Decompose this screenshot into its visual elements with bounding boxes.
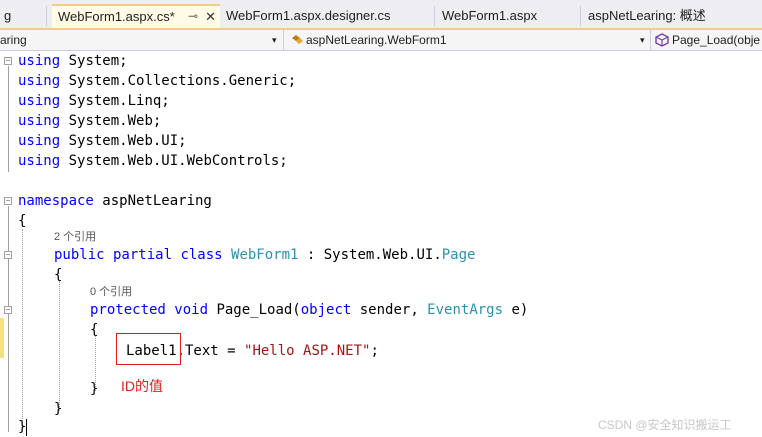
tab-label: aspNetLearing: 概述 xyxy=(588,8,706,23)
indent-guide xyxy=(59,281,60,411)
code-line[interactable]: } xyxy=(54,399,62,419)
class-icon xyxy=(292,35,303,44)
keyword: object xyxy=(300,302,352,318)
text-cursor xyxy=(26,419,27,436)
code-text: aspNetLearing xyxy=(93,193,212,209)
project-dropdown-value: aring xyxy=(0,33,27,47)
chevron-down-icon[interactable]: ▾ xyxy=(640,31,645,49)
class-dropdown-value: aspNetLearing.WebForm1 xyxy=(306,33,447,47)
close-icon[interactable]: ✕ xyxy=(205,6,216,28)
tab-label: WebForm1.aspx xyxy=(442,8,538,23)
code-line[interactable]: { xyxy=(54,265,62,285)
code-line[interactable]: using System.Linq; xyxy=(18,91,170,111)
brace: { xyxy=(90,322,99,338)
code-line[interactable]: public partial class WebForm1 : System.W… xyxy=(54,245,475,265)
class-dropdown[interactable]: aspNetLearing.WebForm1 xyxy=(306,31,636,49)
tab-overview[interactable]: aspNetLearing: 概述 xyxy=(582,6,762,26)
code-text: System.Web.UI; xyxy=(60,133,187,149)
type-name: Page xyxy=(441,247,476,263)
tab-label: WebForm1.aspx.designer.cs xyxy=(226,8,391,23)
collapse-icon[interactable]: − xyxy=(4,197,12,205)
code-text: sender, xyxy=(351,302,428,318)
references-codelens[interactable]: 0 个引用 xyxy=(90,284,132,300)
code-line[interactable]: using System.Web; xyxy=(18,111,161,131)
project-dropdown[interactable]: aring xyxy=(0,31,270,49)
collapse-icon[interactable]: − xyxy=(4,251,12,259)
change-marker xyxy=(0,318,4,358)
code-text: System; xyxy=(60,53,128,69)
tab-divider xyxy=(46,6,47,26)
keyword: namespace xyxy=(18,193,94,209)
keyword: using xyxy=(18,133,61,149)
nav-divider xyxy=(650,30,651,50)
code-line[interactable]: { xyxy=(18,211,26,231)
type-name: EventArgs xyxy=(427,302,504,318)
code-line[interactable]: using System; xyxy=(18,51,128,71)
brace: { xyxy=(18,213,27,229)
code-line[interactable]: using System.Web.UI.WebControls; xyxy=(18,151,288,171)
tab-divider xyxy=(580,6,581,26)
outline-line xyxy=(8,66,9,172)
code-editor[interactable]: − − − − using System; using System.Colle… xyxy=(0,51,762,437)
keyword: using xyxy=(18,153,61,169)
keyword: protected xyxy=(90,302,166,318)
collapse-icon[interactable]: − xyxy=(4,306,12,314)
keyword: partial xyxy=(104,247,173,263)
references-codelens[interactable]: 2 个引用 xyxy=(54,229,96,245)
code-line[interactable]: { xyxy=(90,320,98,340)
keyword: class xyxy=(172,247,223,263)
code-line[interactable]: namespace aspNetLearing xyxy=(18,191,212,211)
chevron-down-icon[interactable]: ▾ xyxy=(272,31,277,49)
keyword: using xyxy=(18,53,61,69)
annotation-box xyxy=(116,333,181,365)
tab-webform1-aspx-cs[interactable]: WebForm1.aspx.cs* ⊸ ✕ xyxy=(52,4,220,28)
tab-label: WebForm1.aspx.cs* xyxy=(58,9,175,24)
code-text: System.Web; xyxy=(60,113,162,129)
tab-webform1-designer[interactable]: WebForm1.aspx.designer.cs xyxy=(220,6,430,26)
code-text: .Text = xyxy=(176,343,245,359)
keyword: using xyxy=(18,113,61,129)
keyword: public xyxy=(54,247,105,263)
navigation-bar: aring ▾ aspNetLearing.WebForm1 ▾ Page_Lo… xyxy=(0,30,762,51)
member-dropdown[interactable]: Page_Load(obje xyxy=(672,31,762,49)
member-dropdown-value: Page_Load(obje xyxy=(672,33,761,47)
outline-line xyxy=(8,206,9,432)
watermark: CSDN @安全知识搬运工 xyxy=(598,418,732,432)
pin-icon[interactable]: ⊸ xyxy=(188,6,198,27)
keyword: using xyxy=(18,93,61,109)
tab-label: g xyxy=(4,8,12,23)
code-line[interactable]: } xyxy=(90,379,98,399)
code-text: e) xyxy=(503,302,529,318)
indent-guide xyxy=(22,229,23,429)
code-line[interactable]: using System.Web.UI; xyxy=(18,131,187,151)
brace: } xyxy=(90,381,99,397)
tab-webform1-aspx[interactable]: WebForm1.aspx xyxy=(436,6,578,26)
annotation-label: ID的值 xyxy=(121,378,163,394)
code-text: System.Web.UI.WebControls; xyxy=(60,153,288,169)
method-icon xyxy=(655,33,669,47)
string-literal: "Hello ASP.NET" xyxy=(244,343,371,359)
tab-divider xyxy=(434,6,435,26)
brace: } xyxy=(54,401,63,417)
tab-partial[interactable]: g xyxy=(0,6,38,26)
code-text: System.Linq; xyxy=(60,93,170,109)
nav-divider xyxy=(283,30,284,50)
code-text: System.Collections.Generic; xyxy=(60,73,297,89)
collapse-icon[interactable]: − xyxy=(4,57,12,65)
code-text: Page_Load( xyxy=(208,302,301,318)
keyword: void xyxy=(165,302,209,318)
code-line[interactable]: using System.Collections.Generic; xyxy=(18,71,296,91)
code-text: ; xyxy=(370,343,379,359)
type-name: WebForm1 xyxy=(222,247,299,263)
keyword: using xyxy=(18,73,61,89)
document-tab-bar: g WebForm1.aspx.cs* ⊸ ✕ WebForm1.aspx.de… xyxy=(0,0,762,30)
brace: { xyxy=(54,267,63,283)
code-line[interactable]: protected void Page_Load(object sender, … xyxy=(90,300,528,320)
code-text: : System.Web.UI. xyxy=(298,247,442,263)
